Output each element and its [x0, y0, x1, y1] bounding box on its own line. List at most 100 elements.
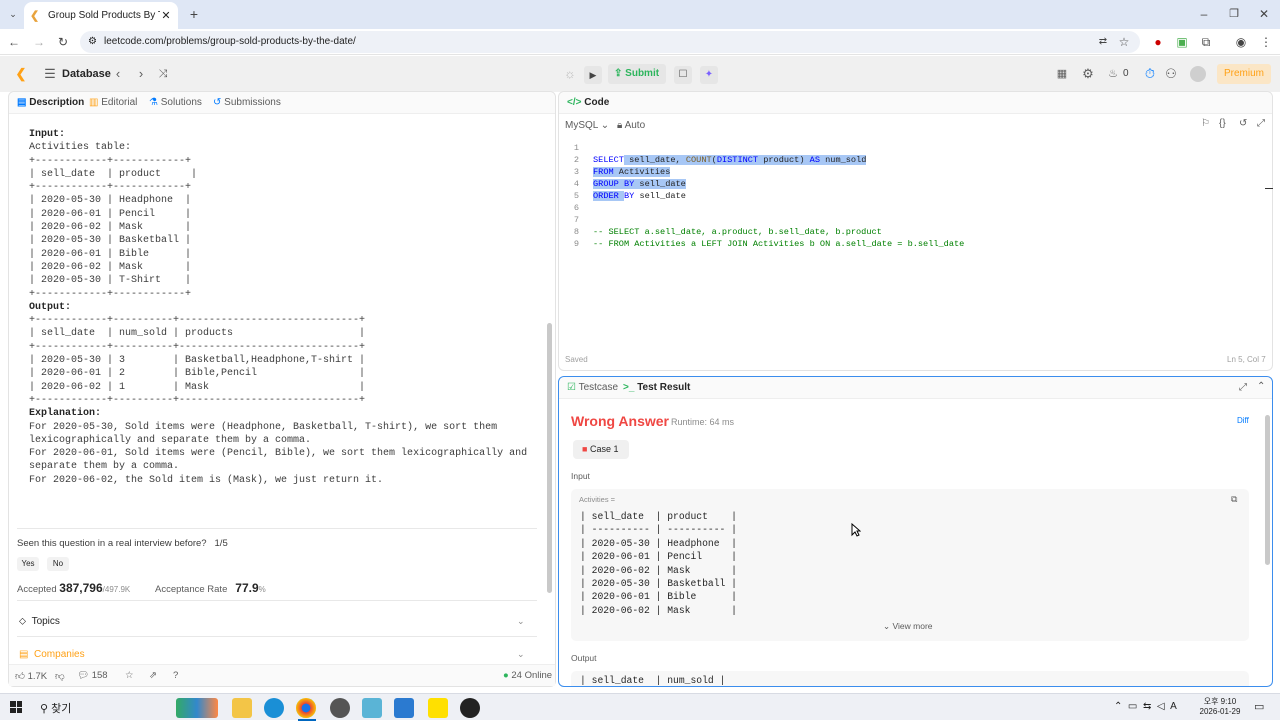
tab-test-result[interactable]: >_ Test Result — [623, 382, 690, 393]
menu-kebab-icon[interactable]: ⋮ — [1258, 34, 1274, 50]
minimize-icon[interactable]: – — [1196, 6, 1212, 22]
comments-button[interactable]: 💬︎ 158 — [77, 670, 108, 681]
diff-toggle[interactable]: Diff — [1237, 416, 1249, 425]
view-more-button[interactable]: ⌄ View more — [883, 621, 933, 632]
close-window-icon[interactable]: ✕ — [1256, 6, 1272, 22]
extensions-puzzle-icon[interactable]: ⧉ — [1198, 34, 1214, 50]
avatar[interactable] — [1190, 66, 1206, 82]
topics-chevron-icon[interactable]: ⌄ — [517, 616, 525, 627]
favorite-star-icon[interactable]: ☆ — [125, 670, 134, 681]
streak-fire-icon[interactable]: ♨ — [1105, 66, 1121, 82]
result-scrollbar[interactable] — [1265, 407, 1270, 685]
dislike-icon[interactable]: 👎︎ — [55, 670, 65, 682]
description-panel: ▤ Description ▥ Editorial ⚗ Solutions ↺ … — [8, 91, 556, 687]
code-line: 3 FROM Activities — [573, 167, 671, 177]
leetcode-logo-icon[interactable]: ❮ — [13, 66, 29, 82]
interview-ratio: 1/5 — [214, 538, 228, 549]
tab-submissions[interactable]: ↺ Submissions — [213, 97, 281, 108]
clock[interactable]: 오후 9:10 2026-01-29 — [1196, 696, 1244, 716]
site-info-icon[interactable]: ⚙ — [88, 31, 97, 53]
extension-red-icon[interactable]: ● — [1150, 34, 1166, 50]
help-icon[interactable]: ? — [173, 670, 178, 681]
restore-icon[interactable]: ❐ — [1226, 6, 1242, 22]
collapse-chevron-icon[interactable]: ⌃ — [1257, 381, 1265, 392]
acceptance-rate-stat: Acceptance Rate 77.9% — [155, 581, 266, 595]
url-input[interactable]: ⚙ leetcode.com/problems/group-sold-produ… — [80, 31, 1140, 53]
debug-icon[interactable]: ☼ — [562, 66, 578, 82]
browser-tab[interactable]: ❮ Group Sold Products By The D ✕ — [24, 2, 178, 29]
description-scrollbar[interactable] — [547, 118, 552, 593]
notifications-icon[interactable]: ▭ — [1254, 700, 1264, 713]
shuffle-icon[interactable]: ⤨ — [155, 66, 171, 82]
ai-sparkle-icon[interactable]: ✦ — [700, 66, 718, 84]
code-editor[interactable]: 1 2 SELECT sell_date, COUNT(DISTINCT prod… — [565, 142, 964, 250]
tab-description[interactable]: ▤ Description — [17, 97, 84, 108]
settings-gear-icon[interactable]: ⚙ — [1080, 66, 1096, 82]
yes-button[interactable]: Yes — [17, 557, 39, 571]
prev-problem-icon[interactable]: ‹ — [110, 66, 126, 82]
no-button[interactable]: No — [47, 557, 69, 571]
taskbar-search[interactable]: ⚲ 찾기 — [40, 700, 71, 716]
companies-row[interactable]: ▤ Companies — [19, 649, 85, 660]
maximize-icon[interactable]: ⤢ — [1239, 382, 1247, 393]
code-line: 5 ORDER BY sell_date — [573, 191, 686, 201]
timer-icon[interactable]: ⏱ — [1142, 66, 1158, 82]
extension-green-icon[interactable]: ▣ — [1174, 34, 1190, 50]
tab-testcase[interactable]: ☑ Testcase — [567, 382, 618, 393]
reload-icon[interactable]: ↻ — [55, 34, 71, 50]
edge-icon[interactable] — [264, 698, 284, 718]
case-1-tab[interactable]: ■ Case 1 — [573, 440, 629, 459]
format-braces-icon[interactable]: {} — [1219, 118, 1226, 129]
streak-count: 0 — [1123, 68, 1129, 79]
leetcode-favicon-icon: ❮ — [30, 9, 40, 22]
new-tab-icon[interactable]: + — [186, 6, 202, 22]
tab-solutions[interactable]: ⚗ Solutions — [149, 97, 202, 108]
notes-icon[interactable]: ☐ — [674, 66, 692, 84]
mouse-cursor-icon — [851, 523, 861, 537]
auto-mode[interactable]: 🔒︎ Auto — [617, 120, 645, 131]
widgets-icon[interactable] — [176, 698, 218, 718]
code-line: 9 -- FROM Activities a LEFT JOIN Activiti… — [573, 239, 965, 249]
profile-icon[interactable]: ◉ — [1233, 34, 1249, 50]
layout-grid-icon[interactable]: ▦ — [1054, 66, 1070, 82]
code-line: 4 GROUP BY sell_date — [573, 179, 686, 189]
system-tray-icons[interactable]: ⌃ ▭ ⇆ ◁ A — [1114, 701, 1177, 712]
forward-icon[interactable]: → — [31, 34, 47, 50]
run-button[interactable]: ▶ — [584, 66, 602, 84]
app-icon[interactable] — [330, 698, 350, 718]
example-line: +------------+----------+---------------… — [29, 394, 366, 406]
share-icon[interactable]: ⇗ — [149, 670, 157, 681]
file-explorer-icon[interactable] — [232, 698, 252, 718]
translate-icon[interactable]: ⇄ — [1095, 34, 1111, 50]
tab-editorial[interactable]: ▥ Editorial — [89, 97, 137, 108]
output-label: Output — [571, 653, 597, 663]
premium-button[interactable]: Premium — [1217, 64, 1271, 84]
copy-icon[interactable]: ⧉ — [1231, 494, 1237, 505]
like-button[interactable]: 👍︎ 1.7K — [15, 670, 47, 682]
fullscreen-icon[interactable]: ⤢ — [1257, 118, 1265, 129]
back-icon[interactable]: ← — [6, 34, 22, 50]
input-table: | sell_date | product | | ---------- | --… — [580, 510, 737, 617]
submit-button[interactable]: ⇪ Submit — [608, 64, 666, 84]
app-icon[interactable] — [362, 698, 382, 718]
bookmark-star-icon[interactable]: ☆ — [1116, 34, 1132, 50]
chrome-icon[interactable] — [296, 698, 316, 718]
bookmark-icon[interactable]: ⚐ — [1201, 118, 1210, 129]
vscode-icon[interactable] — [394, 698, 414, 718]
problem-list-icon[interactable]: ☰ — [42, 66, 58, 82]
tab-list-chevron-icon[interactable]: ⌄ — [5, 6, 21, 22]
scrollbar-thumb[interactable] — [547, 323, 552, 593]
problem-list-title[interactable]: Database — [62, 68, 111, 80]
next-problem-icon[interactable]: › — [133, 66, 149, 82]
close-tab-icon[interactable]: ✕ — [160, 9, 172, 22]
tab-code[interactable]: </> Code — [567, 97, 609, 108]
github-icon[interactable] — [460, 698, 480, 718]
kakaotalk-icon[interactable] — [428, 698, 448, 718]
add-friend-icon[interactable]: ⚇ — [1163, 66, 1179, 82]
reset-icon[interactable]: ↺ — [1239, 118, 1247, 129]
windows-start-icon[interactable] — [10, 701, 22, 713]
language-select[interactable]: MySQL ⌄ — [565, 120, 609, 131]
topics-row[interactable]: ⬦ Topics — [19, 616, 60, 627]
companies-chevron-icon[interactable]: ⌄ — [517, 649, 525, 660]
scrollbar-thumb[interactable] — [1265, 415, 1270, 565]
